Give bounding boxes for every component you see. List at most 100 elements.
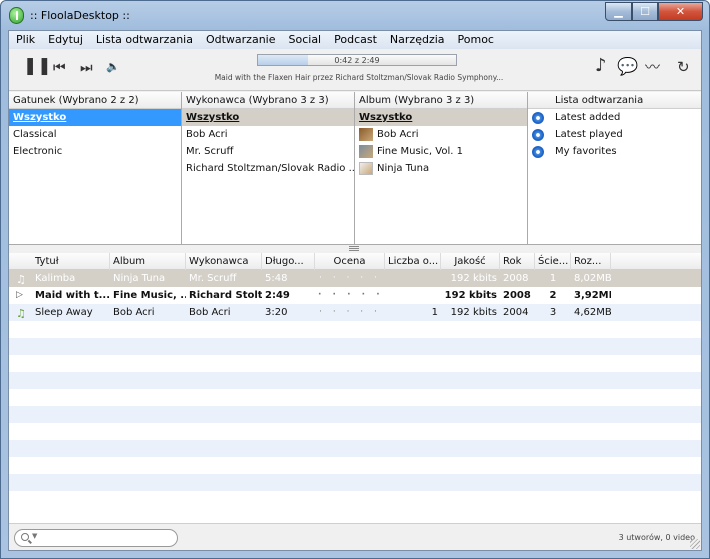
splitter-grip-icon	[349, 246, 359, 251]
menu-item[interactable]: Narzędzia	[383, 31, 451, 49]
waveform-icon[interactable]: 〰	[645, 60, 660, 75]
search-input[interactable]	[41, 531, 171, 545]
cell-track: 3	[549, 307, 557, 318]
artist-item-label: Wszystko	[186, 112, 240, 123]
next-track-icon[interactable]: ⏭	[80, 61, 93, 75]
column-header[interactable]: Ście...	[535, 253, 571, 270]
maximize-button[interactable]: ☐	[632, 2, 658, 21]
playlists-item[interactable]: Latest added	[528, 109, 701, 126]
floola-logo-icon	[9, 7, 24, 24]
column-header[interactable]: Rok	[500, 253, 535, 270]
cell-artist: Mr. Scruff	[189, 273, 237, 284]
seek-bar[interactable]: 0:42 z 2:49	[257, 54, 457, 66]
cell-quality: 192 kbits	[450, 273, 497, 284]
column-header[interactable]: Liczba o...	[385, 253, 441, 270]
table-row[interactable]: ▷ Maid with t... Fine Music, ... Richard St…	[9, 287, 701, 304]
cell-size: 4,62MB	[574, 307, 611, 318]
menu-item[interactable]: Podcast	[327, 31, 383, 49]
playlists-item[interactable]: My favorites	[528, 143, 701, 160]
playlist-pane-header[interactable]: Lista odtwarzania	[528, 92, 701, 109]
album-item-label: Ninja Tuna	[377, 163, 430, 174]
artist-item-label: Richard Stoltzman/Slovak Radio ...	[186, 163, 355, 174]
column-header[interactable]: Album	[110, 253, 186, 270]
smart-playlist-icon	[532, 146, 544, 158]
cell-length: 3:20	[265, 307, 288, 318]
column-header[interactable]: Jakość	[441, 253, 500, 270]
empty-table-row	[9, 406, 701, 423]
refresh-icon[interactable]: ↻	[677, 60, 690, 75]
table-row[interactable]: ♫ Kalimba Ninja Tuna Mr. Scruff 5:48 · · · · …	[9, 270, 701, 287]
artist-pane-header[interactable]: Wykonawca (Wybrano 3 z 3)	[182, 92, 354, 109]
cell-length: 2:49	[265, 290, 290, 301]
album-item[interactable]: Ninja Tuna	[355, 160, 527, 177]
empty-table-row	[9, 457, 701, 474]
minimize-button[interactable]: ▁	[605, 2, 632, 21]
genre-item[interactable]: Wszystko	[9, 109, 181, 126]
cell-title: Sleep Away	[35, 307, 93, 318]
menu-item[interactable]: Lista odtwarzania	[89, 31, 199, 49]
cell-rating: · · · · ·	[319, 307, 381, 317]
column-header[interactable]: Roz...	[571, 253, 611, 270]
cell-album: Bob Acri	[113, 307, 155, 318]
app-window: :: FloolaDesktop :: ▁ ☐ ✕ Plik Edytuj List…	[0, 0, 710, 559]
column-header[interactable]: Długo...	[262, 253, 315, 270]
album-art-icon	[359, 162, 373, 175]
music-note-icon[interactable]: ♪	[595, 57, 607, 75]
menu-item[interactable]: Plik	[9, 31, 41, 49]
album-item[interactable]: Fine Music, Vol. 1	[355, 143, 527, 160]
speech-bubble-icon[interactable]: 💬	[617, 59, 638, 76]
artist-item-label: Mr. Scruff	[186, 146, 234, 157]
pane-splitter[interactable]	[9, 245, 701, 253]
empty-table-row	[9, 338, 701, 355]
close-button[interactable]: ✕	[658, 2, 703, 21]
cell-rating: · · · · ·	[319, 273, 381, 283]
genre-item-label: Classical	[13, 129, 57, 140]
cell-year: 2008	[503, 290, 531, 301]
album-item-label: Bob Acri	[377, 129, 419, 140]
search-icon	[21, 533, 29, 541]
status-bar: ▼ 3 utworów, 0 video	[9, 523, 701, 550]
artist-item[interactable]: Bob Acri	[182, 126, 354, 143]
empty-table-row	[9, 474, 701, 491]
pause-icon[interactable]: ❚❚	[23, 58, 52, 75]
smart-playlist-icon	[532, 112, 544, 124]
table-row[interactable]: ♫ Sleep Away Bob Acri Bob Acri 3:20 · · · · ·…	[9, 304, 701, 321]
cell-track: 2	[549, 290, 557, 301]
album-pane: Album (Wybrano 3 z 3) Wszystko Bob Acri Fi…	[355, 92, 528, 245]
album-item[interactable]: Wszystko	[355, 109, 527, 126]
playlists-item-label: Latest played	[555, 129, 623, 140]
cell-plays	[385, 270, 441, 287]
search-dropdown-icon[interactable]: ▼	[32, 532, 37, 540]
menu-item[interactable]: Odtwarzanie	[199, 31, 282, 49]
album-item-label: Fine Music, Vol. 1	[377, 146, 463, 157]
column-header[interactable]: Wykonawca	[186, 253, 262, 270]
playback-time: 0:42 z 2:49	[334, 56, 380, 65]
empty-table-row	[9, 423, 701, 440]
search-box[interactable]: ▼	[14, 529, 178, 547]
column-header[interactable]: Tytuł	[9, 253, 110, 270]
column-header[interactable]: Ocena	[315, 253, 385, 270]
genre-item[interactable]: Classical	[9, 126, 181, 143]
menu-item[interactable]: Social	[282, 31, 328, 49]
title-bar[interactable]: :: FloolaDesktop :: ▁ ☐ ✕	[1, 1, 709, 30]
artist-item[interactable]: Richard Stoltzman/Slovak Radio ...	[182, 160, 354, 177]
resize-grip-icon[interactable]	[690, 539, 700, 549]
artist-pane: Wykonawca (Wybrano 3 z 3) Wszystko Bob Ac…	[182, 92, 355, 245]
menu-item[interactable]: Pomoc	[451, 31, 500, 49]
playlists-item-label: Latest added	[555, 112, 621, 123]
genre-pane-header[interactable]: Gatunek (Wybrano 2 z 2)	[9, 92, 181, 109]
playlists-item[interactable]: Latest played	[528, 126, 701, 143]
artist-item[interactable]: Wszystko	[182, 109, 354, 126]
genre-item[interactable]: Electronic	[9, 143, 181, 160]
playlists-item-label: My favorites	[555, 146, 617, 157]
album-pane-header[interactable]: Album (Wybrano 3 z 3)	[355, 92, 527, 109]
album-item[interactable]: Bob Acri	[355, 126, 527, 143]
menu-item[interactable]: Edytuj	[41, 31, 89, 49]
track-table-header: Tytuł Album Wykonawca Długo... Ocena Liczba o…	[9, 253, 701, 270]
smart-playlist-icon	[532, 129, 544, 141]
genre-item-label: Electronic	[13, 146, 63, 157]
volume-icon[interactable]: 🔈	[106, 60, 120, 74]
window-controls: ▁ ☐ ✕	[605, 2, 703, 21]
previous-track-icon[interactable]: ⏮	[53, 61, 66, 75]
artist-item[interactable]: Mr. Scruff	[182, 143, 354, 160]
